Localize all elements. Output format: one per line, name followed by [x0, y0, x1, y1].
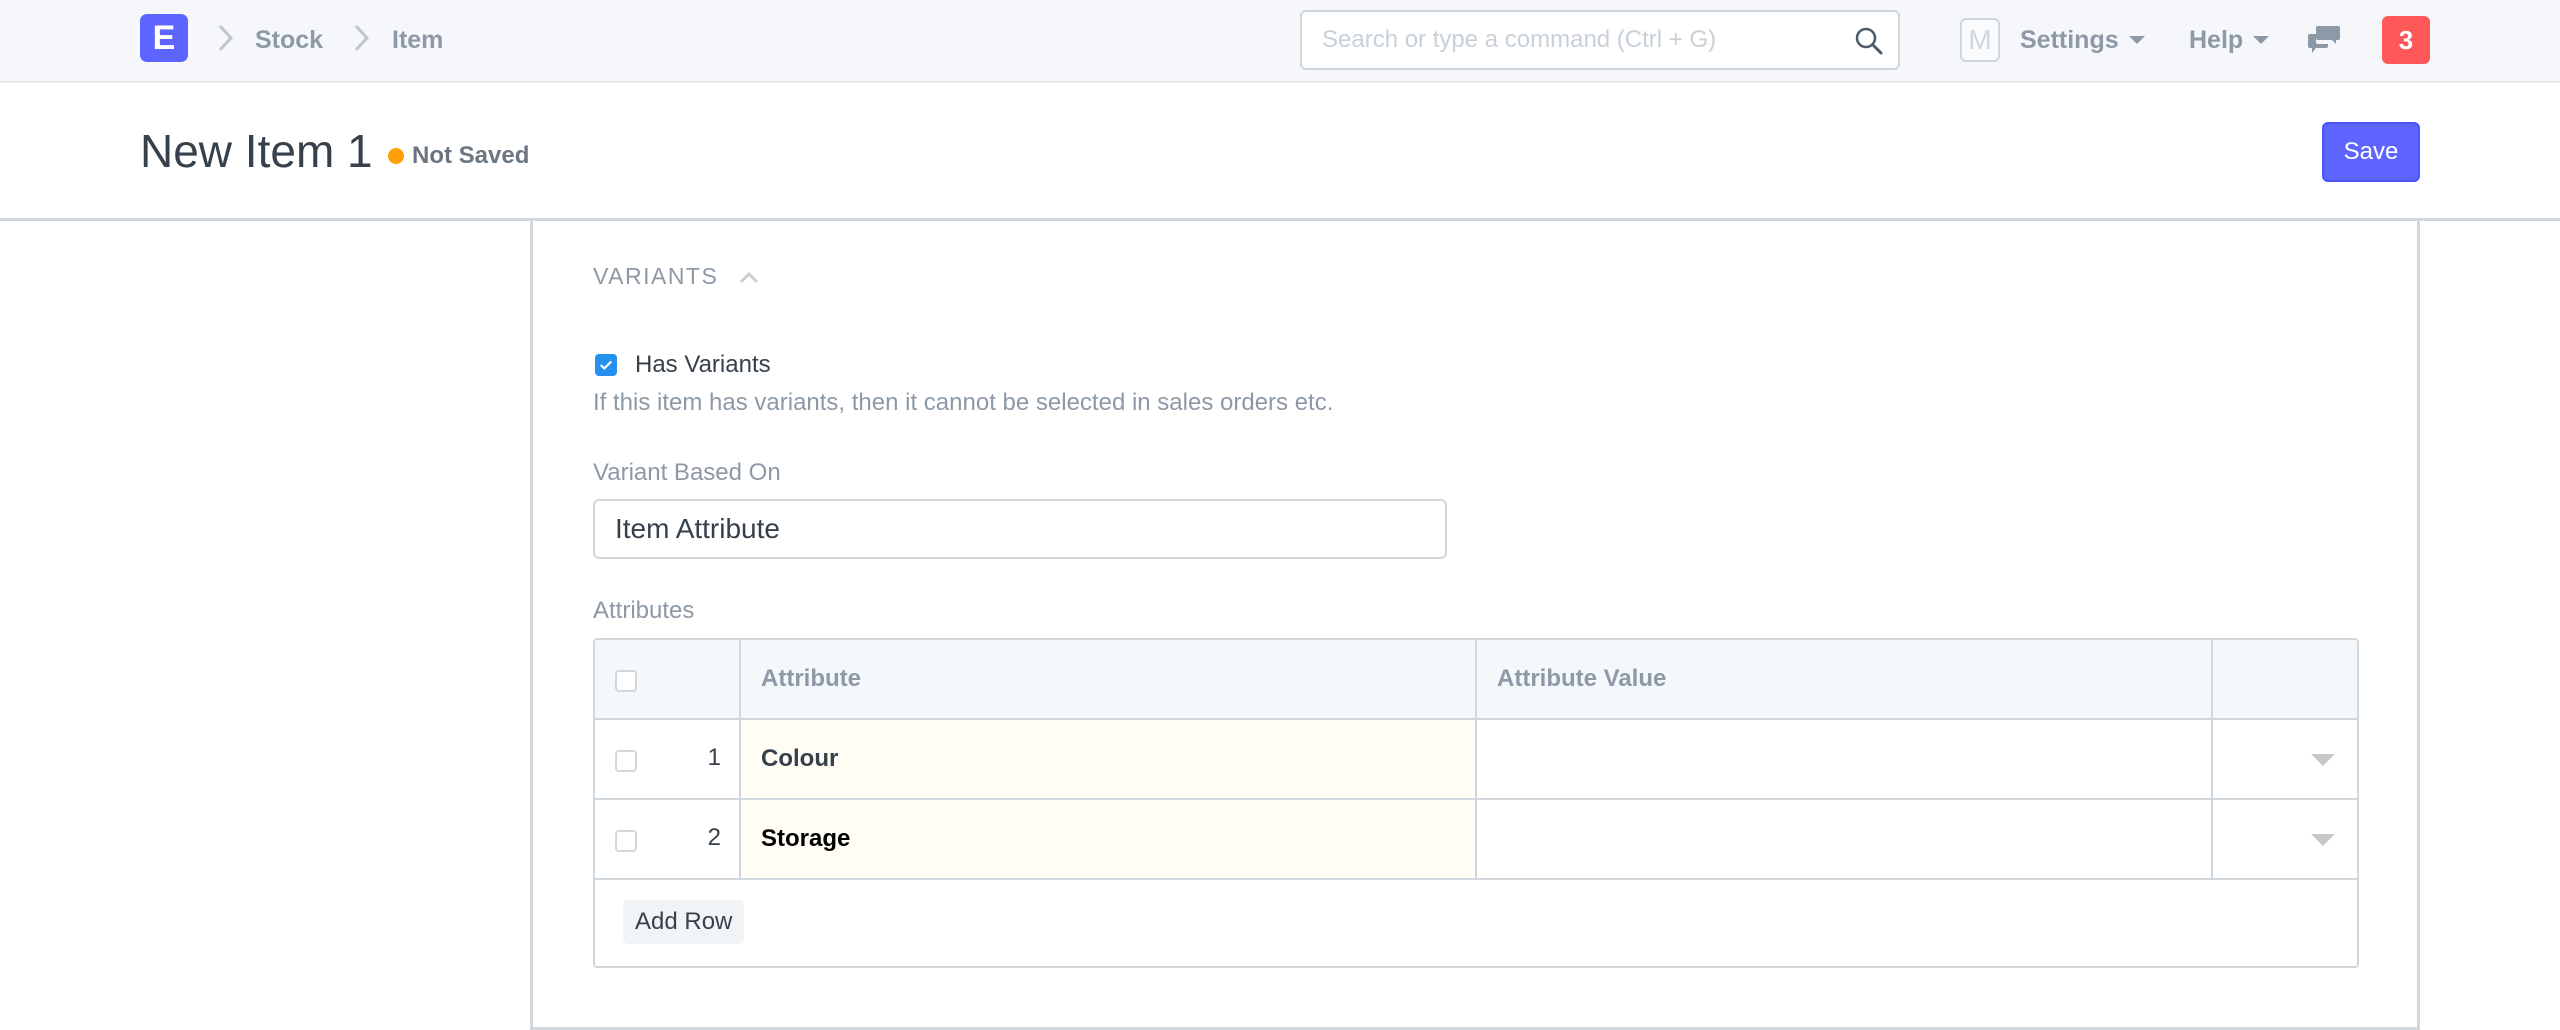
dropdown-arrow-icon[interactable]	[2311, 754, 2335, 766]
attributes-grid: Attribute Attribute Value 1 Colour 2 Sto…	[593, 638, 2359, 968]
navbar: E Stock Item M Settings Help 3	[0, 0, 2560, 83]
attribute-value-text: Storage	[761, 825, 851, 852]
select-all-checkbox[interactable]	[615, 670, 637, 692]
help-dropdown[interactable]: Help	[2189, 24, 2270, 56]
app-logo[interactable]: E	[140, 14, 188, 62]
dropdown-arrow-icon[interactable]	[2311, 834, 2335, 846]
page-title: New Item 1	[140, 125, 373, 177]
settings-label: Settings	[2020, 26, 2119, 54]
has-variants-field: Has Variants	[595, 351, 771, 379]
attribute-value-text: Colour	[761, 745, 839, 772]
avatar[interactable]: M	[1960, 18, 2000, 62]
section-header-variants[interactable]: VARIANTS	[593, 263, 760, 290]
chevron-right-icon	[216, 22, 236, 54]
row-actions[interactable]	[2213, 800, 2357, 878]
attributes-label: Attributes	[593, 597, 695, 624]
has-variants-help: If this item has variants, then it canno…	[593, 389, 1334, 416]
chevron-right-icon	[352, 22, 372, 54]
row-checkbox[interactable]	[615, 750, 637, 772]
search-input[interactable]	[1302, 12, 1822, 68]
caret-down-icon	[2253, 36, 2270, 44]
caret-down-icon	[2128, 36, 2145, 44]
has-variants-checkbox[interactable]	[595, 354, 617, 376]
grid-header-row: Attribute Attribute Value	[595, 640, 2357, 720]
column-header-attribute-value: Attribute Value	[1497, 665, 1667, 692]
add-row-button[interactable]: Add Row	[623, 900, 745, 944]
chevron-up-icon[interactable]	[738, 270, 760, 284]
attribute-cell[interactable]: Colour	[741, 720, 1477, 798]
notification-badge[interactable]: 3	[2382, 16, 2430, 64]
search-bar	[1300, 10, 1900, 70]
row-checkbox[interactable]	[615, 830, 637, 852]
settings-dropdown[interactable]: Settings	[2020, 24, 2145, 56]
row-index: 1	[707, 744, 721, 771]
section-title: VARIANTS	[593, 263, 719, 289]
form-section: VARIANTS Has Variants If this item has v…	[530, 221, 2420, 1030]
chat-icon[interactable]	[2308, 24, 2342, 54]
row-actions[interactable]	[2213, 720, 2357, 798]
status-indicator: Not Saved	[388, 142, 529, 170]
status-dot-icon	[388, 148, 404, 164]
attribute-value-cell[interactable]	[1477, 800, 2213, 878]
row-index: 2	[707, 824, 721, 851]
attribute-value-cell[interactable]	[1477, 720, 2213, 798]
column-header-attribute: Attribute	[761, 665, 861, 692]
has-variants-label: Has Variants	[635, 351, 771, 378]
variant-based-on-label: Variant Based On	[593, 459, 781, 486]
search-icon[interactable]	[1854, 26, 1884, 56]
checkmark-icon	[599, 360, 613, 371]
save-button[interactable]: Save	[2322, 122, 2420, 182]
table-row[interactable]: 2 Storage	[595, 800, 2357, 880]
variant-based-on-field[interactable]	[593, 499, 1447, 559]
breadcrumb-item[interactable]: Item	[392, 24, 443, 56]
page-head: New Item 1 Not Saved Save	[0, 85, 2560, 221]
grid-footer: Add Row	[595, 880, 2357, 966]
attribute-cell[interactable]: Storage	[741, 800, 1477, 878]
table-row[interactable]: 1 Colour	[595, 720, 2357, 800]
help-label: Help	[2189, 26, 2244, 54]
status-badge: Not Saved	[412, 142, 530, 169]
breadcrumb-stock[interactable]: Stock	[255, 24, 323, 56]
